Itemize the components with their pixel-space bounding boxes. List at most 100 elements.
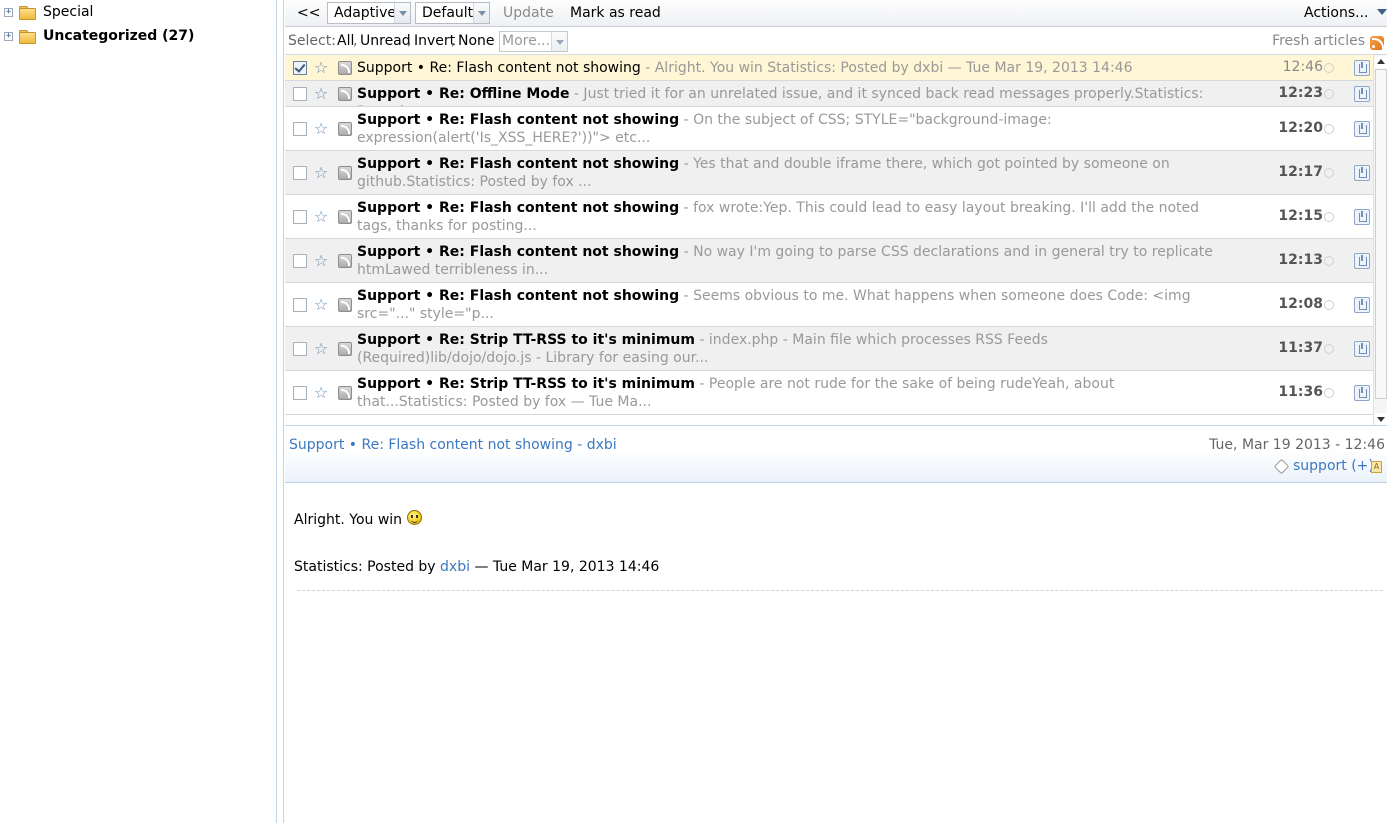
share-icon[interactable] bbox=[1354, 385, 1370, 401]
headline-row[interactable]: ☆ Support • Re: Flash content not showing… bbox=[285, 283, 1373, 327]
tree-label-uncategorized[interactable]: Uncategorized (27) bbox=[43, 28, 194, 44]
headline-text[interactable]: Support • Re: Offline Mode - Just tried … bbox=[357, 85, 1223, 106]
headline-row[interactable]: ☆ Support • Re: Offline Mode - Just tried… bbox=[285, 81, 1373, 107]
tree-label-special[interactable]: Special bbox=[43, 4, 93, 20]
star-icon[interactable]: ☆ bbox=[313, 165, 329, 181]
star-icon[interactable]: ☆ bbox=[313, 209, 329, 225]
more-placeholder: More... bbox=[502, 33, 551, 49]
headline-time: 11:37 bbox=[1278, 340, 1323, 356]
headline-title[interactable]: Support • Re: Flash content not showing bbox=[357, 60, 641, 76]
headline-text[interactable]: Support • Re: Flash content not showing … bbox=[357, 243, 1223, 279]
headline-title[interactable]: Support • Re: Strip TT-RSS to it's minim… bbox=[357, 332, 695, 348]
headline-title[interactable]: Support • Re: Flash content not showing bbox=[357, 288, 679, 304]
collapse-sidebar-button[interactable]: << bbox=[297, 4, 320, 24]
scroll-down-arrow[interactable] bbox=[1375, 413, 1387, 425]
tree-node-special[interactable]: + Special bbox=[0, 1, 93, 23]
chevron-down-icon bbox=[394, 3, 410, 23]
article-stats: Statistics: Posted by dxbi — Tue Mar 19,… bbox=[294, 559, 659, 575]
folder-icon bbox=[19, 5, 36, 20]
row-checkbox[interactable] bbox=[293, 342, 307, 356]
scroll-up-arrow[interactable] bbox=[1375, 56, 1387, 68]
row-checkbox[interactable] bbox=[293, 254, 307, 268]
mark-as-read-button[interactable]: Mark as read bbox=[570, 4, 661, 24]
score-icon bbox=[1324, 256, 1334, 266]
headline-title[interactable]: Support • Re: Flash content not showing bbox=[357, 200, 679, 216]
headline-title[interactable]: Support • Re: Flash content not showing bbox=[357, 156, 679, 172]
share-icon[interactable] bbox=[1354, 121, 1370, 137]
row-checkbox[interactable] bbox=[293, 210, 307, 224]
separator: , bbox=[451, 33, 456, 49]
separator: , bbox=[353, 33, 358, 49]
select-invert-link[interactable]: Invert bbox=[414, 33, 455, 49]
share-icon[interactable] bbox=[1354, 60, 1370, 76]
row-checkbox[interactable] bbox=[293, 87, 307, 101]
star-icon[interactable]: ☆ bbox=[313, 385, 329, 401]
headline-text[interactable]: Support • Re: Flash content not showing … bbox=[357, 111, 1223, 147]
headline-text[interactable]: Support • Re: Strip TT-RSS to it's minim… bbox=[357, 331, 1223, 367]
more-actions-select[interactable]: More... bbox=[499, 31, 568, 52]
select-none-link[interactable]: None bbox=[458, 33, 495, 49]
headline-text[interactable]: Support • Re: Flash content not showing … bbox=[357, 287, 1223, 323]
row-checkbox[interactable] bbox=[293, 122, 307, 136]
select-unread-link[interactable]: Unread bbox=[360, 33, 411, 49]
headline-text[interactable]: Support • Re: Strip TT-RSS to it's minim… bbox=[357, 375, 1223, 411]
share-icon[interactable] bbox=[1354, 209, 1370, 225]
headline-text[interactable]: Support • Re: Flash content not showing … bbox=[357, 199, 1223, 235]
headline-text[interactable]: Support • Re: Flash content not showing … bbox=[357, 155, 1223, 191]
star-icon[interactable]: ☆ bbox=[313, 86, 329, 102]
score-icon bbox=[1324, 212, 1334, 222]
headline-row[interactable]: ☆ Support • Re: Flash content not showing… bbox=[285, 239, 1373, 283]
chevron-down-icon bbox=[551, 32, 567, 51]
headline-title[interactable]: Support • Re: Offline Mode bbox=[357, 86, 569, 102]
update-button[interactable]: Update bbox=[503, 4, 554, 24]
rss-icon[interactable] bbox=[1370, 36, 1384, 50]
share-icon[interactable] bbox=[1354, 253, 1370, 269]
headline-row[interactable]: ☆ Support • Re: Strip TT-RSS to it's mini… bbox=[285, 371, 1373, 415]
headline-title[interactable]: Support • Re: Flash content not showing bbox=[357, 244, 679, 260]
headline-row[interactable]: ☆ Support • Re: Flash content not showing… bbox=[285, 55, 1373, 81]
feed-icon bbox=[338, 342, 352, 356]
author-link[interactable]: dxbi bbox=[440, 559, 470, 575]
article-divider bbox=[297, 590, 1383, 591]
scroll-thumb[interactable] bbox=[1375, 69, 1387, 399]
share-icon[interactable] bbox=[1354, 86, 1370, 102]
row-checkbox[interactable] bbox=[293, 386, 307, 400]
main-pane: << Adaptive Default Update Mark as read … bbox=[285, 0, 1387, 823]
star-icon[interactable]: ☆ bbox=[313, 297, 329, 313]
headline-text[interactable]: Support • Re: Flash content not showing … bbox=[357, 59, 1223, 77]
headline-title[interactable]: Support • Re: Flash content not showing bbox=[357, 112, 679, 128]
select-all-link[interactable]: All bbox=[337, 33, 354, 49]
feed-icon bbox=[338, 61, 352, 75]
headline-row[interactable]: ☆ Support • Re: Flash content not showing… bbox=[285, 195, 1373, 239]
share-icon[interactable] bbox=[1354, 165, 1370, 181]
headlines-list: ☆ Support • Re: Flash content not showing… bbox=[285, 55, 1387, 426]
headline-row[interactable]: ☆ Support • Re: Flash content not showing… bbox=[285, 107, 1373, 151]
headline-time: 12:15 bbox=[1278, 208, 1323, 224]
headline-row[interactable]: ☆ Support • Re: Strip TT-RSS to it's mini… bbox=[285, 327, 1373, 371]
headlines-scrollbar[interactable] bbox=[1373, 55, 1387, 425]
chevron-down-icon bbox=[473, 3, 489, 23]
star-icon[interactable]: ☆ bbox=[313, 253, 329, 269]
pane-splitter[interactable] bbox=[277, 0, 284, 823]
note-icon[interactable]: A bbox=[1371, 461, 1382, 473]
tree-node-uncategorized[interactable]: + Uncategorized (27) bbox=[0, 25, 194, 47]
headline-title[interactable]: Support • Re: Strip TT-RSS to it's minim… bbox=[357, 376, 695, 392]
share-icon[interactable] bbox=[1354, 341, 1370, 357]
article-pane: Support • Re: Flash content not showing … bbox=[285, 430, 1387, 823]
order-select[interactable]: Default bbox=[415, 2, 490, 24]
article-header: Support • Re: Flash content not showing … bbox=[285, 430, 1387, 483]
star-icon[interactable]: ☆ bbox=[313, 341, 329, 357]
headline-row[interactable]: ☆ Support • Re: Flash content not showing… bbox=[285, 151, 1373, 195]
article-title-link[interactable]: Support • Re: Flash content not showing … bbox=[289, 437, 617, 453]
row-checkbox[interactable] bbox=[293, 61, 307, 75]
expand-icon[interactable]: + bbox=[4, 31, 13, 41]
expand-icon[interactable]: + bbox=[4, 7, 13, 17]
share-icon[interactable] bbox=[1354, 297, 1370, 313]
view-mode-select[interactable]: Adaptive bbox=[327, 2, 411, 24]
actions-menu[interactable]: Actions... bbox=[1304, 4, 1387, 24]
row-checkbox[interactable] bbox=[293, 298, 307, 312]
article-tags-link[interactable]: support (+) bbox=[1293, 458, 1374, 474]
row-checkbox[interactable] bbox=[293, 166, 307, 180]
star-icon[interactable]: ☆ bbox=[313, 60, 329, 76]
star-icon[interactable]: ☆ bbox=[313, 121, 329, 137]
